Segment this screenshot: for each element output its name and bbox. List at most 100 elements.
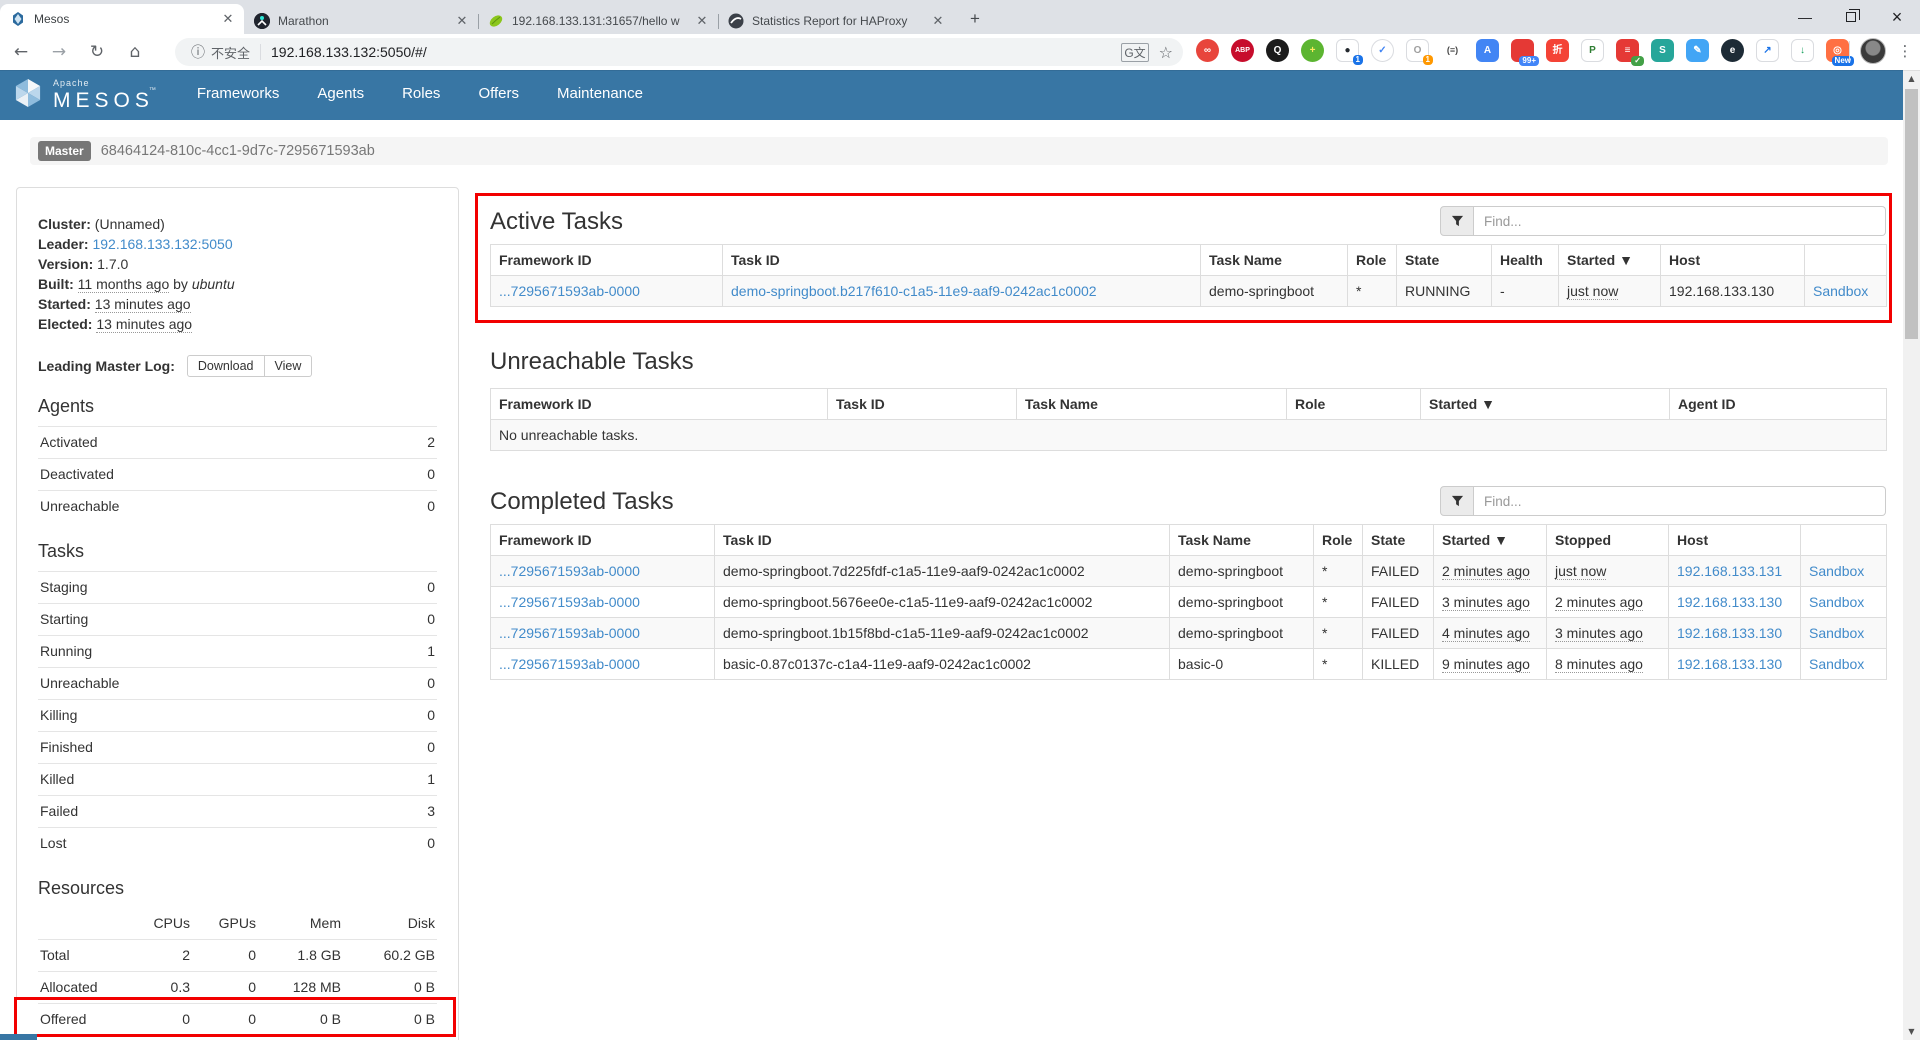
tab-spring-app[interactable]: 192.168.133.131:31657/hello w ✕ [478, 8, 718, 34]
google-translate-icon[interactable]: A [1476, 39, 1499, 62]
nav-frameworks[interactable]: Frameworks [178, 70, 299, 120]
doc-edit-extension-icon[interactable]: ✎ [1686, 39, 1709, 62]
tab-close-icon[interactable]: ✕ [454, 13, 470, 29]
scroll-down-icon[interactable]: ▼ [1903, 1023, 1920, 1040]
sandbox-link[interactable]: Sandbox [1809, 656, 1864, 672]
back-icon[interactable]: ← [4, 38, 38, 66]
tab-haproxy-stats[interactable]: Statistics Report for HAProxy ✕ [718, 8, 954, 34]
framework-id-link[interactable]: ...7295671593ab-0000 [499, 625, 640, 641]
nav-roles[interactable]: Roles [383, 70, 459, 120]
tab-close-icon[interactable]: ✕ [694, 13, 710, 29]
page-info-icon[interactable]: ⓘ [191, 42, 205, 62]
check-circle-extension-icon[interactable]: ✓ [1371, 39, 1394, 62]
download-extension-icon[interactable]: ↓ [1791, 39, 1814, 62]
tab-close-icon[interactable]: ✕ [220, 11, 236, 27]
sandbox-link[interactable]: Sandbox [1809, 594, 1864, 610]
host-link[interactable]: 192.168.133.130 [1677, 594, 1782, 610]
task-id-link[interactable]: demo-springboot.b217f610-c1a5-11e9-aaf9-… [731, 283, 1097, 299]
person-search-extension-icon[interactable]: P [1581, 39, 1604, 62]
col-task-id[interactable]: Task ID [828, 389, 1017, 420]
log-view-button[interactable]: View [265, 355, 313, 377]
red-badge-extension-icon[interactable]: 99+ [1511, 39, 1534, 62]
host-link[interactable]: 192.168.133.130 [1677, 656, 1782, 672]
col-task-id[interactable]: Task ID [723, 245, 1201, 276]
url-text[interactable]: 192.168.133.132:5050/#/ [271, 44, 427, 60]
reload-icon[interactable]: ↻ [80, 38, 114, 66]
active-find-input[interactable] [1474, 206, 1886, 236]
nav-offers[interactable]: Offers [459, 70, 538, 120]
window-close-button[interactable]: × [1874, 0, 1920, 34]
col-started[interactable]: Started ▼ [1434, 525, 1547, 556]
mesos-brand[interactable]: ApacheMESOS™ [0, 74, 154, 117]
col-role[interactable]: Role [1314, 525, 1363, 556]
window-restore-button[interactable] [1828, 0, 1874, 34]
sandbox-link[interactable]: Sandbox [1813, 283, 1868, 299]
col-task-id[interactable]: Task ID [715, 525, 1170, 556]
nav-agents[interactable]: Agents [298, 70, 383, 120]
forward-icon[interactable]: → [42, 38, 76, 66]
profile-avatar[interactable] [1860, 38, 1886, 64]
tab-mesos[interactable]: Mesos ✕ [0, 4, 244, 34]
col-role[interactable]: Role [1287, 389, 1421, 420]
stat-label: Deactivated [40, 465, 114, 484]
scroll-up-icon[interactable]: ▲ [1903, 70, 1920, 87]
bookmark-star-icon[interactable]: ☆ [1159, 43, 1173, 62]
filter-icon[interactable] [1440, 486, 1474, 516]
zhe-coupon-extension-icon[interactable]: 折 [1546, 39, 1569, 62]
tab-marathon[interactable]: Marathon ✕ [244, 8, 478, 34]
host-cell: 192.168.133.130 [1661, 276, 1805, 307]
col-host[interactable]: Host [1661, 245, 1805, 276]
col-role[interactable]: Role [1348, 245, 1397, 276]
browser-menu-icon[interactable]: ⋮ [1896, 42, 1914, 60]
sandbox-link[interactable]: Sandbox [1809, 625, 1864, 641]
col-state[interactable]: State [1397, 245, 1492, 276]
framework-id-link[interactable]: ...7295671593ab-0000 [499, 594, 640, 610]
log-download-button[interactable]: Download [187, 355, 265, 377]
col-framework-id[interactable]: Framework ID [491, 389, 828, 420]
col-task-name[interactable]: Task Name [1170, 525, 1314, 556]
leader-link[interactable]: 192.168.133.132:5050 [92, 236, 232, 252]
col-health[interactable]: Health [1492, 245, 1559, 276]
filter-icon[interactable] [1440, 206, 1474, 236]
share-copy-extension-icon[interactable]: ↗ [1756, 39, 1779, 62]
nav-maintenance[interactable]: Maintenance [538, 70, 662, 120]
adblock-plus-icon[interactable]: ABP [1231, 39, 1254, 62]
col-stopped[interactable]: Stopped [1547, 525, 1669, 556]
address-bar[interactable]: ⓘ 不安全 192.168.133.132:5050/#/ G文 ☆ [175, 38, 1183, 66]
col-task-name[interactable]: Task Name [1017, 389, 1287, 420]
github-octocat-icon[interactable]: ●1 [1336, 39, 1359, 62]
framework-id-link[interactable]: ...7295671593ab-0000 [499, 283, 640, 299]
camera-extension-icon[interactable]: ◎New [1826, 39, 1849, 62]
col-agent-id[interactable]: Agent ID [1670, 389, 1887, 420]
new-tab-button[interactable]: + [962, 6, 988, 32]
home-icon[interactable]: ⌂ [118, 38, 152, 66]
col-started[interactable]: Started ▼ [1559, 245, 1661, 276]
sandbox-link[interactable]: Sandbox [1809, 563, 1864, 579]
col-host[interactable]: Host [1669, 525, 1801, 556]
red-list-extension-icon[interactable]: ≡✓ [1616, 39, 1639, 62]
framework-id-link[interactable]: ...7295671593ab-0000 [499, 656, 640, 672]
framework-id-link[interactable]: ...7295671593ab-0000 [499, 563, 640, 579]
vertical-scrollbar[interactable]: ▲ ▼ [1903, 70, 1920, 1040]
penguin-extension-icon[interactable]: Q [1266, 39, 1289, 62]
task-id-cell: basic-0.87c0137c-c1a4-11e9-aaf9-0242ac1c… [715, 649, 1170, 680]
col-state[interactable]: State [1363, 525, 1434, 556]
s-extension-icon[interactable]: S [1651, 39, 1674, 62]
host-link[interactable]: 192.168.133.131 [1677, 563, 1782, 579]
col-task-name[interactable]: Task Name [1201, 245, 1348, 276]
tab-close-icon[interactable]: ✕ [930, 13, 946, 29]
translate-page-icon[interactable]: G文 [1121, 43, 1148, 62]
security-chip[interactable]: 不安全 [211, 43, 250, 62]
green-plus-extension-icon[interactable]: + [1301, 39, 1324, 62]
e-extension-icon[interactable]: e [1721, 39, 1744, 62]
col-framework-id[interactable]: Framework ID [491, 245, 723, 276]
infinity-extension-icon[interactable]: ∞ [1196, 39, 1219, 62]
braces-extension-icon[interactable]: (≡) [1441, 39, 1464, 62]
scrollbar-thumb[interactable] [1905, 89, 1918, 339]
col-started[interactable]: Started ▼ [1421, 389, 1670, 420]
window-minimize-button[interactable]: — [1782, 0, 1828, 34]
host-link[interactable]: 192.168.133.130 [1677, 625, 1782, 641]
col-framework-id[interactable]: Framework ID [491, 525, 715, 556]
completed-find-input[interactable] [1474, 486, 1886, 516]
o-ring-extension-icon[interactable]: O1 [1406, 39, 1429, 62]
